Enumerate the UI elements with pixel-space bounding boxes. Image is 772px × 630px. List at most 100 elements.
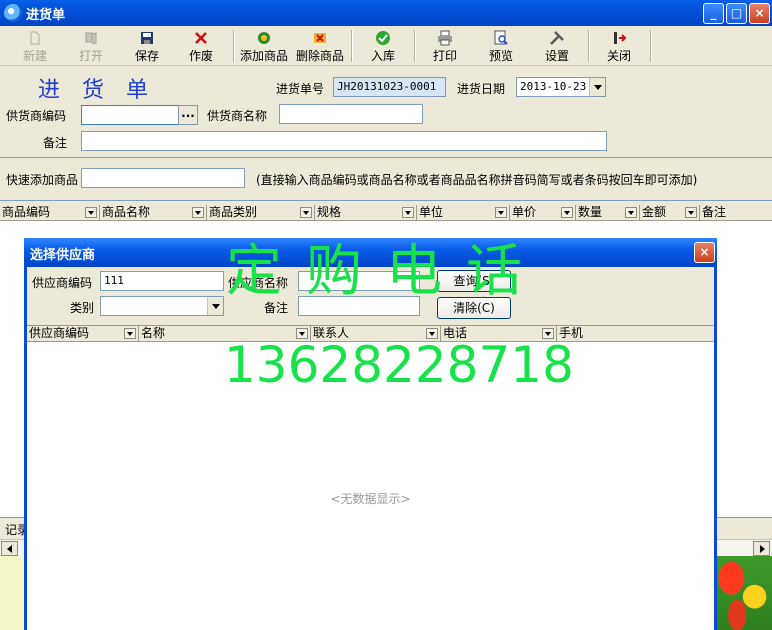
column-title: 供应商编码 [29, 326, 90, 340]
watermark-title: 定购电话 [226, 239, 546, 304]
filter-dropdown-icon[interactable] [495, 207, 507, 218]
print-button[interactable]: 打印 [418, 28, 472, 64]
scroll-left-icon[interactable] [1, 541, 18, 556]
app-icon [4, 4, 22, 22]
dialog-title: 选择供应商 [30, 248, 96, 263]
printer-icon [438, 30, 452, 46]
column-header[interactable]: 商品类别 [207, 205, 315, 221]
close-window-button[interactable]: × [749, 3, 770, 24]
void-x-icon [195, 32, 207, 44]
quick-add-label: 快速添加商品 [6, 173, 79, 187]
window-title-bar: 进货单 _ □ × [0, 0, 772, 26]
date-label: 进货日期 [457, 82, 506, 96]
quick-add-input[interactable] [81, 168, 245, 188]
toolbar: 新建 打开 保存 作废 添加商品 删除商品 入库 打印 预览 设置 关闭 [0, 26, 772, 66]
filter-dropdown-icon[interactable] [685, 207, 697, 218]
chevron-down-icon[interactable] [589, 78, 605, 96]
print-label: 打印 [432, 49, 457, 63]
filter-dropdown-icon[interactable] [300, 207, 312, 218]
toolbar-separator [588, 30, 590, 62]
column-header[interactable]: 商品名称 [100, 205, 207, 221]
window-title: 进货单 [26, 8, 66, 23]
preview-magnifier-icon [494, 30, 508, 45]
settings-button[interactable]: 设置 [530, 28, 584, 64]
column-title: 商品名称 [102, 205, 151, 219]
maximize-button[interactable]: □ [726, 3, 747, 24]
date-value: 2013-10-23 [520, 80, 587, 93]
watermark-phone: 13628228718 [224, 336, 574, 394]
filter-dropdown-icon[interactable] [625, 207, 637, 218]
stock-in-label: 入库 [370, 49, 395, 63]
open-icon [85, 32, 97, 45]
save-disk-icon [141, 32, 153, 44]
column-title: 商品编码 [2, 205, 51, 219]
add-item-label: 添加商品 [239, 49, 288, 63]
supplier-code-input[interactable] [81, 105, 179, 125]
save-button-label: 保存 [134, 49, 159, 63]
scroll-right-icon[interactable] [753, 541, 770, 556]
column-title: 备注 [702, 205, 727, 219]
column-header[interactable]: 单位 [417, 205, 510, 221]
new-button-label: 新建 [22, 49, 47, 63]
void-button-label: 作废 [188, 49, 213, 63]
delete-item-button[interactable]: 删除商品 [293, 28, 347, 64]
filter-dropdown-icon[interactable] [402, 207, 414, 218]
preview-button[interactable]: 预览 [474, 28, 528, 64]
close-button[interactable]: 关闭 [592, 28, 646, 64]
close-label: 关闭 [606, 49, 631, 63]
column-header[interactable]: 数量 [576, 205, 640, 221]
tulip-decoration-image [714, 556, 772, 630]
column-header[interactable]: 单价 [510, 205, 576, 221]
add-item-button[interactable]: 添加商品 [237, 28, 291, 64]
column-header[interactable]: 备注 [700, 205, 772, 221]
column-title: 单位 [419, 205, 444, 219]
filter-dropdown-icon[interactable] [85, 207, 97, 218]
column-title: 商品类别 [209, 205, 258, 219]
minimize-button[interactable]: _ [703, 3, 724, 24]
items-grid-header: 商品编码 商品名称 商品类别 规格 单位 单价 数量 金额 备注 [0, 205, 772, 221]
toolbar-separator [414, 30, 416, 62]
void-button[interactable]: 作废 [174, 28, 228, 64]
empty-state-text: <无数据显示> [330, 492, 411, 506]
save-button[interactable]: 保存 [120, 28, 174, 64]
settings-tools-icon [550, 31, 564, 45]
column-header[interactable]: 手机 [557, 326, 714, 342]
remark-label: 备注 [43, 136, 68, 150]
date-picker[interactable]: 2013-10-23 [516, 77, 606, 97]
column-header[interactable]: 商品编码 [0, 205, 100, 221]
column-title: 金额 [642, 205, 667, 219]
preview-label: 预览 [488, 49, 513, 63]
doc-no-label: 进货单号 [276, 82, 325, 96]
supplier-name-label: 供货商名称 [207, 109, 268, 123]
supplier-lookup-button[interactable]: ... [178, 105, 198, 125]
toolbar-separator [351, 30, 353, 62]
column-header[interactable]: 供应商编码 [27, 326, 139, 342]
chevron-down-icon[interactable] [207, 297, 223, 315]
delete-item-label: 删除商品 [295, 49, 344, 63]
toolbar-separator [650, 30, 652, 62]
filter-dropdown-icon[interactable] [124, 328, 136, 339]
supplier-name-input[interactable] [279, 104, 423, 124]
open-button-label: 打开 [78, 49, 103, 63]
dlg-supplier-code-label: 供应商编码 [32, 276, 93, 290]
column-title: 单价 [512, 205, 537, 219]
stock-in-button[interactable]: 入库 [356, 28, 410, 64]
new-doc-icon [30, 31, 40, 45]
filter-dropdown-icon[interactable] [561, 207, 573, 218]
toolbar-separator [233, 30, 235, 62]
document-title: 进货单 [38, 78, 171, 103]
open-button[interactable]: 打开 [64, 28, 118, 64]
remark-input[interactable] [81, 131, 607, 151]
dialog-close-button[interactable]: × [694, 242, 715, 263]
filter-dropdown-icon[interactable] [192, 207, 204, 218]
dlg-category-select[interactable] [100, 296, 224, 316]
quick-add-hint: (直接输入商品编码或商品名称或者商品品名称拼音码简写或者条码按回车即可添加) [256, 173, 698, 187]
new-button[interactable]: 新建 [8, 28, 62, 64]
column-header[interactable]: 规格 [315, 205, 417, 221]
column-header[interactable]: 金额 [640, 205, 700, 221]
column-title: 数量 [578, 205, 603, 219]
dlg-supplier-code-input[interactable]: 111 [100, 271, 224, 291]
supplier-code-label: 供货商编码 [6, 109, 67, 123]
doc-no-field[interactable]: JH20131023-0001 [333, 77, 446, 97]
column-title: 规格 [317, 205, 342, 219]
